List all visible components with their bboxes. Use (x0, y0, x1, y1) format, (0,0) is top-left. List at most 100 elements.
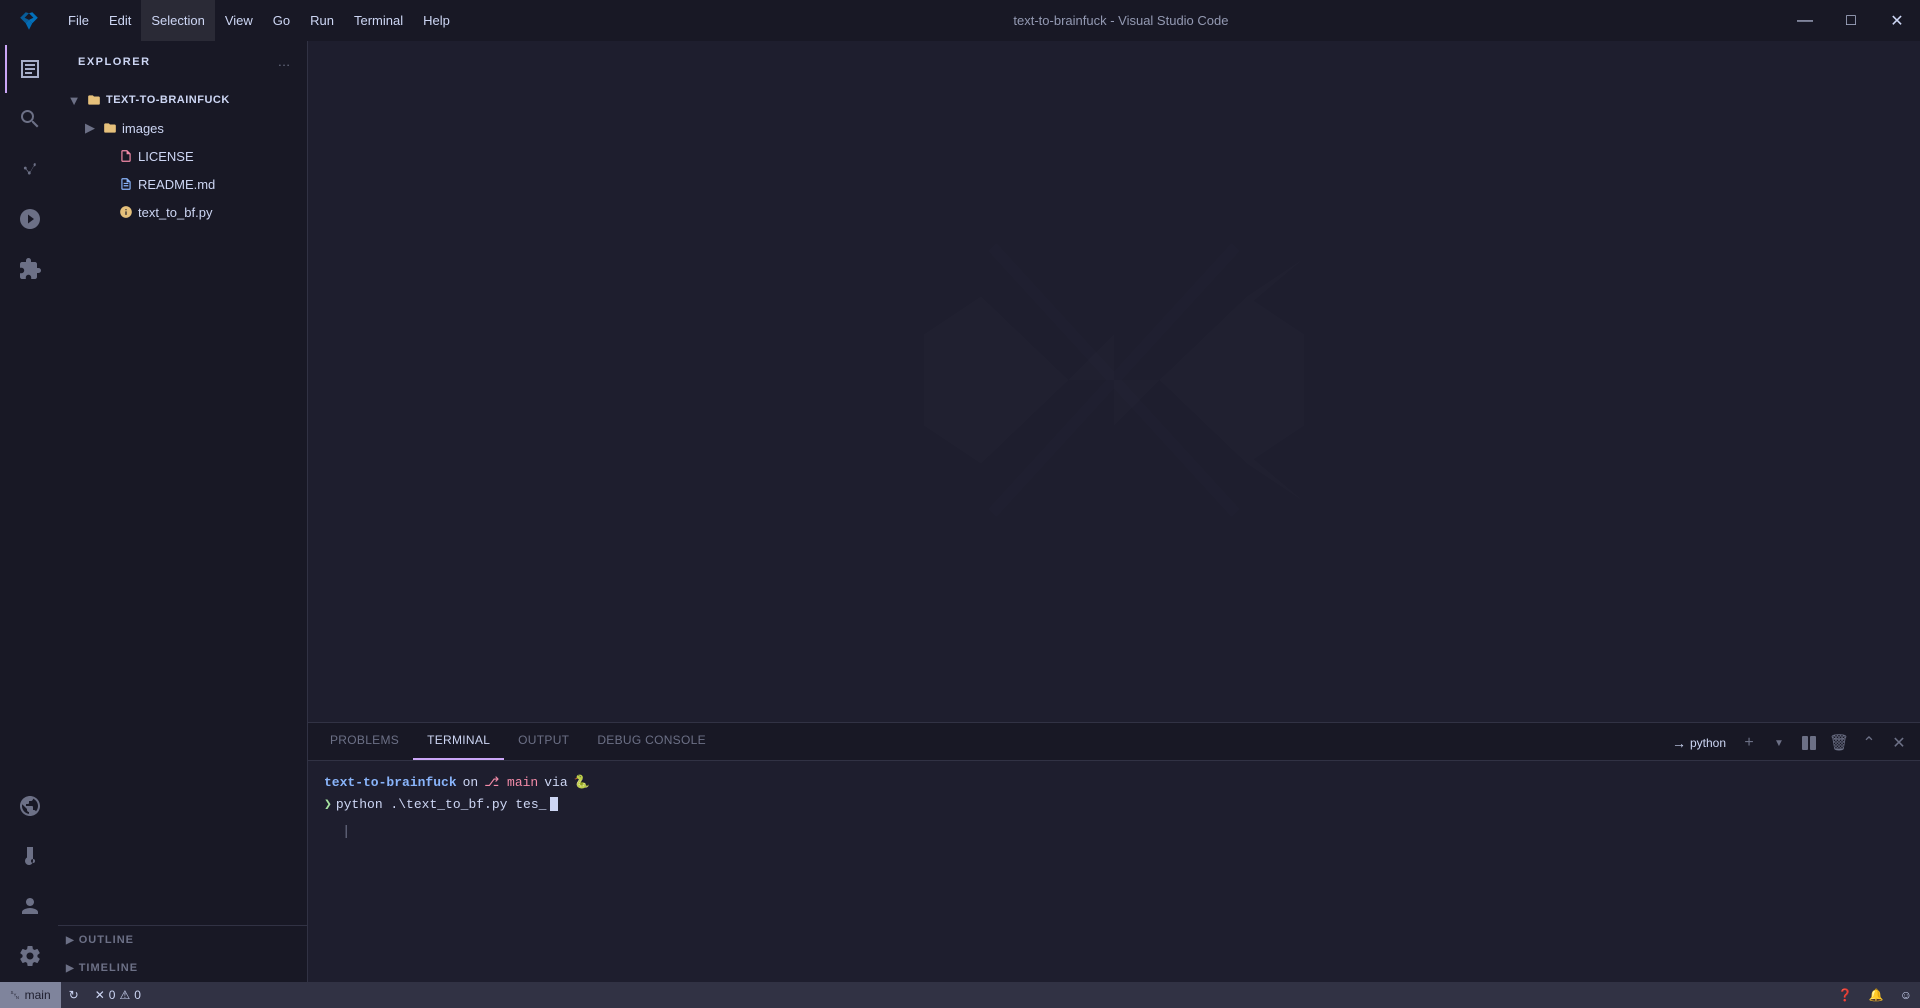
maximize-button[interactable]: □ (1828, 0, 1874, 41)
panel-actions: → python + ▼ 🗑 ⌃ ✕ (1666, 730, 1912, 760)
text-cursor: | (342, 824, 350, 840)
smiley-icon: ☺ (1900, 988, 1912, 1002)
error-count: 0 (109, 988, 116, 1002)
menu-help[interactable]: Help (413, 0, 460, 41)
status-errors[interactable]: ✕ 0 ⚠ 0 (87, 982, 149, 1008)
menu-view[interactable]: View (215, 0, 263, 41)
cursor-line: | (324, 822, 1904, 843)
activity-accounts[interactable] (5, 882, 53, 930)
tab-debug-console[interactable]: DEBUG CONSOLE (583, 722, 720, 760)
file-tree: ▼ TEXT-TO-BRAINFUCK ▶ images ▶ (58, 82, 307, 925)
terminal-content[interactable]: text-to-brainfuck on ⎇ main via 🐍 ❯ pyth… (308, 761, 1920, 982)
branch-icon: ⎇ (484, 775, 499, 790)
branch-name: main (507, 775, 538, 790)
activity-settings[interactable] (5, 932, 53, 980)
readme-file[interactable]: ▶ README.md (58, 170, 307, 198)
tab-terminal[interactable]: TERMINAL (413, 722, 504, 760)
panel-tabs: PROBLEMS TERMINAL OUTPUT DEBUG CONSOLE →… (308, 723, 1920, 761)
timeline-section[interactable]: ▶ TIMELINE (58, 954, 307, 982)
window-controls: — □ ✕ (1782, 0, 1920, 41)
add-terminal-button[interactable]: + (1736, 730, 1762, 756)
minimize-button[interactable]: — (1782, 0, 1828, 41)
bell-icon: 🔔 (1869, 988, 1884, 1002)
warning-count: 0 (134, 988, 141, 1002)
status-bar-right: ❓ 🔔 ☺ (1830, 982, 1920, 1008)
project-folder-icon (86, 92, 102, 108)
main-area: Explorer … ▼ TEXT-TO-BRAINFUCK ▶ images (0, 41, 1920, 982)
window-title: text-to-brainfuck - Visual Studio Code (460, 13, 1782, 28)
content-area: PROBLEMS TERMINAL OUTPUT DEBUG CONSOLE →… (308, 41, 1920, 982)
titlebar: File Edit Selection View Go Run Terminal… (0, 0, 1920, 41)
status-sync[interactable]: ↻ (61, 982, 87, 1008)
panel: PROBLEMS TERMINAL OUTPUT DEBUG CONSOLE →… (308, 722, 1920, 982)
timeline-label: TIMELINE (79, 962, 138, 974)
images-arrow-icon: ▶ (82, 120, 98, 136)
maximize-panel-button[interactable]: ⌃ (1856, 730, 1882, 756)
status-notifications[interactable]: 🔔 (1861, 982, 1892, 1008)
split-terminal-button[interactable] (1796, 730, 1822, 756)
images-folder-label: images (122, 121, 164, 136)
project-root[interactable]: ▼ TEXT-TO-BRAINFUCK (58, 86, 307, 114)
menu-edit[interactable]: Edit (99, 0, 141, 41)
term-branch: ⎇ main (484, 773, 538, 793)
menu-go[interactable]: Go (263, 0, 300, 41)
term-cursor (550, 797, 558, 811)
terminal-icon: → (1672, 735, 1686, 751)
status-branch[interactable]: ␖ main (0, 982, 61, 1008)
activity-explorer[interactable] (5, 45, 53, 93)
vscode-watermark (924, 190, 1304, 573)
editor-area[interactable] (308, 41, 1920, 722)
activity-run-debug[interactable] (5, 195, 53, 243)
activity-search[interactable] (5, 95, 53, 143)
term-python-icon: 🐍 (574, 773, 590, 793)
outline-section[interactable]: ▶ OUTLINE (58, 926, 307, 954)
activity-extensions[interactable] (5, 245, 53, 293)
app-icon (0, 10, 58, 32)
close-panel-button[interactable]: ✕ (1886, 730, 1912, 756)
menu-terminal[interactable]: Terminal (344, 0, 413, 41)
term-prompt-arrow: ❯ (324, 795, 332, 815)
error-icon: ✕ (95, 988, 105, 1002)
license-icon (118, 148, 134, 164)
timeline-arrow-icon: ▶ (66, 963, 75, 974)
terminal-python-indicator[interactable]: → python (1666, 730, 1732, 756)
outline-label: OUTLINE (79, 934, 134, 946)
outline-arrow-icon: ▶ (66, 935, 75, 946)
sidebar: Explorer … ▼ TEXT-TO-BRAINFUCK ▶ images (58, 41, 308, 982)
kill-terminal-button[interactable]: 🗑 (1826, 730, 1852, 756)
sidebar-title: Explorer (78, 56, 151, 68)
activity-source-control[interactable] (5, 145, 53, 193)
python-file-label: text_to_bf.py (138, 205, 212, 220)
activity-bar (0, 41, 58, 982)
sync-icon: ↻ (69, 988, 79, 1002)
readme-icon (118, 176, 134, 192)
close-button[interactable]: ✕ (1874, 0, 1920, 41)
term-via: via (544, 773, 567, 793)
license-label: LICENSE (138, 149, 194, 164)
terminal-command-line: ❯ python .\text_to_bf.py tes_ (324, 795, 1904, 815)
status-bar-left: ␖ main ↻ ✕ 0 ⚠ 0 (0, 982, 149, 1008)
license-file[interactable]: ▶ LICENSE (58, 142, 307, 170)
python-file[interactable]: ▶ text_to_bf.py (58, 198, 307, 226)
status-bar: ␖ main ↻ ✕ 0 ⚠ 0 ❓ 🔔 ☺ (0, 982, 1920, 1008)
activity-flask[interactable] (5, 832, 53, 880)
sidebar-more-actions[interactable]: … (273, 51, 295, 73)
term-command-text: python .\text_to_bf.py tes_ (336, 795, 547, 815)
menu-file[interactable]: File (58, 0, 99, 41)
images-folder[interactable]: ▶ images (58, 114, 307, 142)
status-feedback[interactable]: ☺ (1892, 982, 1920, 1008)
tab-output[interactable]: OUTPUT (504, 722, 583, 760)
activity-remote[interactable] (5, 782, 53, 830)
menu-run[interactable]: Run (300, 0, 344, 41)
terminal-dropdown-button[interactable]: ▼ (1766, 730, 1792, 756)
branch-label: main (25, 988, 51, 1002)
term-project: text-to-brainfuck (324, 773, 457, 793)
menu-selection[interactable]: Selection (141, 0, 214, 41)
sidebar-actions: … (273, 51, 295, 73)
tab-problems[interactable]: PROBLEMS (316, 722, 413, 760)
terminal-prompt-line1: text-to-brainfuck on ⎇ main via 🐍 (324, 773, 1904, 793)
folder-arrow-icon: ▼ (66, 93, 82, 108)
python-label: python (1690, 736, 1726, 750)
readme-label: README.md (138, 177, 215, 192)
status-remote[interactable]: ❓ (1830, 982, 1861, 1008)
